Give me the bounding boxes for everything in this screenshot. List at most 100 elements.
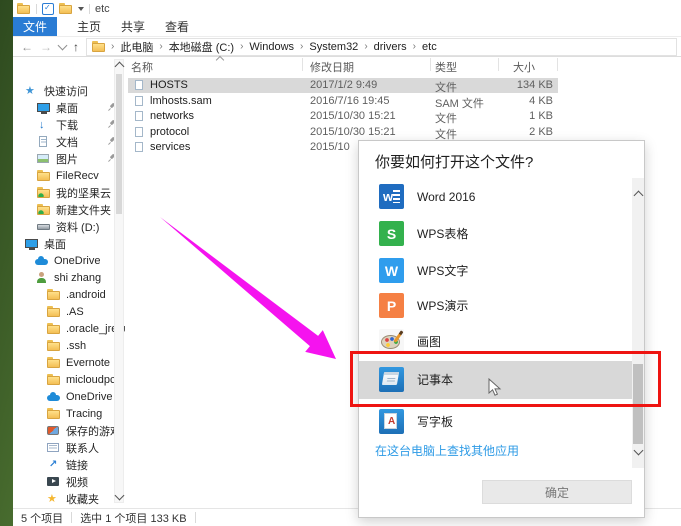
download-icon xyxy=(37,119,51,131)
scroll-up-icon[interactable] xyxy=(634,191,644,201)
sidebar-item[interactable]: 桌面 xyxy=(13,235,125,252)
breadcrumb-item[interactable]: Windows xyxy=(249,41,294,53)
breadcrumb-item[interactable]: System32 xyxy=(309,41,358,53)
file-size: 134 KB xyxy=(483,79,553,91)
file-row[interactable]: lmhosts.sam2016/7/16 19:45SAM 文件4 KB xyxy=(125,94,681,110)
qat-new-folder-icon[interactable] xyxy=(59,3,73,15)
sidebar-item[interactable]: Evernote xyxy=(13,354,125,371)
word-icon xyxy=(379,184,404,209)
sidebar-item[interactable]: 下载 xyxy=(13,116,125,133)
file-row[interactable]: HOSTS2017/1/2 9:49文件134 KB xyxy=(125,78,681,94)
app-option[interactable]: WPS演示 xyxy=(359,287,644,325)
column-header-size[interactable]: 大小 xyxy=(513,59,535,75)
items-count: 5 个项目 xyxy=(21,510,63,526)
column-header-name[interactable]: 名称 xyxy=(131,59,153,75)
sidebar-item[interactable]: .ssh xyxy=(13,337,125,354)
sidebar-item[interactable]: 文档 xyxy=(13,133,125,150)
sidebar-item[interactable]: 资料 (D:) xyxy=(13,218,125,235)
link-icon xyxy=(47,459,61,471)
file-icon xyxy=(135,96,143,106)
cloud-icon xyxy=(35,255,49,267)
sidebar-item[interactable]: 视频 xyxy=(13,473,125,490)
breadcrumb-item[interactable]: 本地磁盘 (C:) xyxy=(169,39,234,55)
navigation-pane: 快速访问桌面下载文档图片FileRecv我的坚果云新建文件夹资料 (D:)桌面O… xyxy=(13,56,125,508)
file-date: 2015/10/30 15:21 xyxy=(310,110,396,122)
folder-icon xyxy=(47,374,61,386)
sidebar-item[interactable]: 联系人 xyxy=(13,439,125,456)
back-icon[interactable]: ← xyxy=(21,41,33,53)
doc-icon xyxy=(37,136,51,148)
app-name: 写字板 xyxy=(417,403,453,441)
column-separator[interactable] xyxy=(302,58,303,71)
sidebar-item-label: 收藏夹 xyxy=(66,491,99,507)
tab-file[interactable]: 文件 xyxy=(13,17,57,36)
ok-button[interactable]: 确定 xyxy=(482,480,632,504)
app-option[interactable]: WPS文字 xyxy=(359,252,644,290)
sidebar-item[interactable]: micloudpc xyxy=(13,371,125,388)
sidebar-item[interactable]: OneDrive xyxy=(13,252,125,269)
forward-icon[interactable]: → xyxy=(40,41,52,53)
sidebar-item-label: 链接 xyxy=(66,457,88,473)
sidebar-item-label: 快速访问 xyxy=(44,83,88,99)
sidebar-item-label: OneDrive xyxy=(54,255,100,267)
wps-p-icon xyxy=(379,293,404,318)
breadcrumb-item[interactable]: 此电脑 xyxy=(120,39,153,55)
up-icon[interactable]: ↑ xyxy=(73,41,79,53)
sidebar-item-label: FileRecv xyxy=(56,170,99,182)
sidebar-item[interactable]: OneDrive xyxy=(13,388,125,405)
dialog-title: 你要如何打开这个文件? xyxy=(375,151,533,172)
sidebar-item[interactable]: FileRecv xyxy=(13,167,125,184)
breadcrumb: ›此电脑›本地磁盘 (C:)›Windows›System32›drivers›… xyxy=(111,39,437,55)
wps-s-icon xyxy=(379,221,404,246)
scroll-up-icon[interactable] xyxy=(115,62,125,72)
tab-view[interactable]: 查看 xyxy=(155,17,199,36)
column-header-date[interactable]: 修改日期 xyxy=(310,59,354,75)
sidebar-item[interactable]: .AS xyxy=(13,303,125,320)
app-option[interactable]: WPS表格 xyxy=(359,215,644,253)
sidebar-item-label: 图片 xyxy=(56,151,78,167)
file-icon xyxy=(135,111,143,121)
address-bar-row: ← → ↑ ›此电脑›本地磁盘 (C:)›Windows›System32›dr… xyxy=(13,37,681,57)
breadcrumb-item[interactable]: drivers xyxy=(374,41,407,53)
tab-share[interactable]: 共享 xyxy=(111,17,155,36)
recent-locations-icon[interactable] xyxy=(58,40,68,50)
sidebar-item-label: micloudpc xyxy=(66,374,116,386)
sidebar-item[interactable]: .oracle_jre_us xyxy=(13,320,125,337)
column-separator[interactable] xyxy=(557,58,558,71)
app-option[interactable]: Word 2016 xyxy=(359,178,644,216)
separator xyxy=(89,4,90,14)
sidebar-item[interactable]: shi zhang xyxy=(13,269,125,286)
sidebar-item[interactable]: Tracing xyxy=(13,405,125,422)
dialog-scrollbar[interactable] xyxy=(632,178,644,468)
scroll-down-icon[interactable] xyxy=(115,491,125,501)
sidebar-item[interactable]: 保存的游戏 xyxy=(13,422,125,439)
scrollbar-thumb[interactable] xyxy=(116,74,122,214)
file-size: 4 KB xyxy=(483,95,553,107)
more-apps-link[interactable]: 在这台电脑上查找其他应用 xyxy=(375,442,519,459)
breadcrumb-item[interactable]: etc xyxy=(422,41,437,53)
star-blue-icon xyxy=(25,85,39,97)
qat-properties-icon[interactable] xyxy=(42,3,54,15)
tab-home[interactable]: 主页 xyxy=(67,17,111,36)
column-header-type[interactable]: 类型 xyxy=(435,59,457,75)
file-name: networks xyxy=(150,110,194,122)
sidebar-scrollbar[interactable] xyxy=(114,59,124,503)
file-row[interactable]: protocol2015/10/30 15:21文件2 KB xyxy=(125,125,681,141)
app-option[interactable]: 写字板 xyxy=(359,403,644,441)
app-name: WPS文字 xyxy=(417,252,468,290)
sidebar-item[interactable]: 图片 xyxy=(13,150,125,167)
sidebar-item[interactable]: 收藏夹 xyxy=(13,490,125,507)
file-row[interactable]: networks2015/10/30 15:21文件1 KB xyxy=(125,109,681,125)
column-separator[interactable] xyxy=(430,58,431,71)
qat-customize-icon[interactable] xyxy=(78,7,84,11)
sidebar-item[interactable]: 桌面 xyxy=(13,99,125,116)
sidebar-item[interactable]: 链接 xyxy=(13,456,125,473)
address-bar[interactable]: ›此电脑›本地磁盘 (C:)›Windows›System32›drivers›… xyxy=(86,38,677,56)
sidebar-item[interactable]: 新建文件夹 xyxy=(13,201,125,218)
column-separator[interactable] xyxy=(498,58,499,71)
sidebar-item[interactable]: 我的坚果云 xyxy=(13,184,125,201)
scroll-down-icon[interactable] xyxy=(634,446,644,456)
sidebar-item[interactable]: 快速访问 xyxy=(13,82,125,99)
sidebar-item[interactable]: .android xyxy=(13,286,125,303)
breadcrumb-separator: › xyxy=(240,41,243,52)
